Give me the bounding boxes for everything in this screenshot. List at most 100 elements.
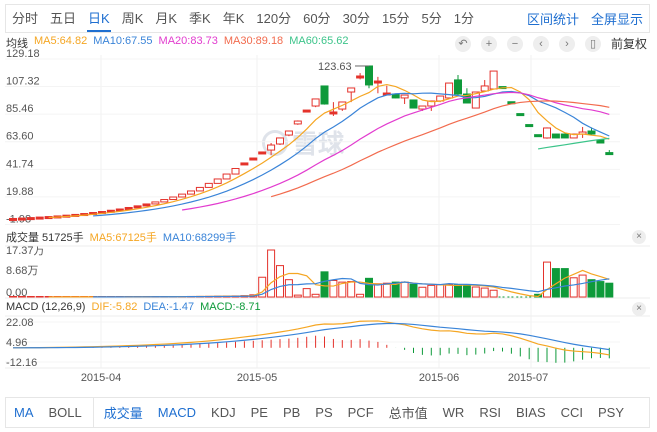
volume-bar bbox=[373, 283, 382, 298]
indicator-tab-11[interactable]: RSI bbox=[479, 405, 501, 420]
macd-axis-label: -12.16 bbox=[6, 357, 37, 369]
candle-up bbox=[133, 205, 142, 209]
indicator-tab-5[interactable]: PE bbox=[251, 405, 268, 420]
indicator-tab-0[interactable]: MA bbox=[14, 405, 34, 420]
candle-up bbox=[17, 217, 26, 221]
volume-bar bbox=[35, 296, 44, 298]
volume-close-button[interactable]: × bbox=[632, 230, 646, 244]
price-axis-label: 129.18 bbox=[6, 48, 40, 60]
volume-bar bbox=[365, 277, 373, 298]
candle-up bbox=[240, 162, 249, 166]
candle-up bbox=[347, 87, 356, 93]
indicator-tab-3[interactable]: MACD bbox=[158, 405, 196, 420]
ma20-line bbox=[182, 91, 610, 211]
candle-up bbox=[26, 217, 35, 221]
indicator-tab-4[interactable]: KDJ bbox=[211, 405, 236, 420]
macd-close-button[interactable]: × bbox=[632, 302, 646, 316]
volume-bar bbox=[436, 284, 445, 298]
macd-label: MACD (12,26,9) bbox=[6, 301, 86, 313]
candle-down bbox=[409, 99, 418, 109]
indicator-tab-8[interactable]: PCF bbox=[348, 405, 374, 420]
volume-axis-label: 8.68万 bbox=[6, 265, 38, 277]
candle-up bbox=[9, 217, 17, 221]
volume-bar bbox=[418, 286, 427, 298]
indicator-tab-14[interactable]: PSY bbox=[598, 405, 624, 420]
candle-down bbox=[587, 130, 596, 135]
volume-bar bbox=[284, 279, 293, 298]
candle-up bbox=[124, 206, 133, 210]
volume-bar bbox=[605, 282, 614, 298]
candle-up bbox=[418, 105, 427, 110]
volume-bar bbox=[382, 282, 391, 298]
volume-bar bbox=[276, 265, 284, 298]
volume-bar bbox=[329, 279, 338, 298]
candle-up bbox=[231, 167, 240, 175]
indicator-tab-1[interactable]: BOLL bbox=[49, 405, 82, 420]
candle-up bbox=[543, 127, 551, 139]
max-price-label: 123.63 bbox=[318, 61, 352, 73]
macd-dif: DIF:-5.82 bbox=[91, 301, 138, 313]
volume-bar bbox=[596, 281, 605, 298]
volume-bar bbox=[445, 284, 454, 298]
volume-bar bbox=[462, 284, 471, 298]
candle-down bbox=[596, 139, 605, 144]
volume-bar bbox=[480, 287, 489, 298]
price-axis-label: 63.60 bbox=[6, 131, 34, 143]
candle-down bbox=[525, 124, 534, 128]
candle-up bbox=[195, 186, 204, 192]
indicator-tab-12[interactable]: BIAS bbox=[516, 405, 546, 420]
volume-bar bbox=[17, 296, 26, 298]
price-axis-label: 85.46 bbox=[6, 103, 34, 115]
volume-ma5-line bbox=[48, 269, 610, 298]
macd-axis-label: 22.08 bbox=[6, 317, 34, 329]
volume-bar bbox=[454, 284, 462, 298]
candle-up bbox=[160, 199, 169, 203]
volume-ma5: MA5:67125手 bbox=[89, 232, 157, 244]
price-axis-label: 107.32 bbox=[6, 76, 40, 88]
indicator-tab-2[interactable]: 成交量 bbox=[104, 403, 143, 422]
candle-up bbox=[151, 201, 160, 205]
candle-down bbox=[516, 113, 525, 117]
indicator-tab-10[interactable]: WR bbox=[443, 405, 465, 420]
candle-down bbox=[605, 152, 614, 156]
candle-up bbox=[204, 182, 213, 188]
candle-down bbox=[534, 134, 543, 138]
candle-down bbox=[454, 79, 462, 95]
volume-bar bbox=[578, 274, 587, 298]
volume-axis-label: 17.37万 bbox=[6, 245, 45, 257]
ma5-line bbox=[48, 83, 610, 219]
price-axis-label: 41.74 bbox=[6, 158, 34, 170]
candle-up bbox=[213, 178, 222, 184]
candle-up bbox=[35, 216, 44, 220]
x-axis-label: 2015-05 bbox=[236, 372, 278, 384]
candle-up bbox=[178, 193, 187, 198]
candle-up bbox=[293, 120, 302, 125]
dea-line bbox=[12, 322, 610, 351]
indicator-tab-6[interactable]: PB bbox=[283, 405, 300, 420]
candle-up bbox=[169, 196, 178, 201]
volume-bar bbox=[427, 284, 436, 298]
kline-chart[interactable]: 129.18107.3285.4663.6041.7419.88-1.9817.… bbox=[0, 0, 657, 432]
candle-up bbox=[284, 130, 293, 136]
macd-value: MACD:-8.71 bbox=[200, 301, 261, 313]
indicator-tabbar: MA BOLL 成交量 MACD KDJ PE PB PS PCF 总市值 WR RSI BIAS CCI… bbox=[5, 397, 650, 428]
candle-up bbox=[329, 111, 338, 115]
candle-up bbox=[222, 173, 231, 180]
x-axis-label: 2015-04 bbox=[80, 372, 122, 384]
volume-bar bbox=[356, 293, 365, 298]
candle-up bbox=[356, 75, 365, 79]
indicator-tab-7[interactable]: PS bbox=[315, 405, 332, 420]
indicator-tab-13[interactable]: CCI bbox=[561, 405, 583, 420]
candle-up bbox=[249, 157, 258, 161]
volume-bar bbox=[347, 281, 356, 298]
volume-bar bbox=[26, 296, 35, 298]
volume-bar bbox=[320, 271, 329, 298]
price-axis-label: 19.88 bbox=[6, 186, 34, 198]
candle-up bbox=[400, 94, 409, 99]
volume-bar bbox=[9, 296, 17, 298]
macd-legend: MACD (12,26,9) DIF:-5.82 DEA:-1.47 MACD:… bbox=[6, 301, 261, 313]
volume-bar bbox=[400, 281, 409, 298]
candle-down bbox=[551, 133, 560, 139]
ma60-line bbox=[537, 137, 610, 150]
indicator-tab-9[interactable]: 总市值 bbox=[389, 403, 428, 422]
